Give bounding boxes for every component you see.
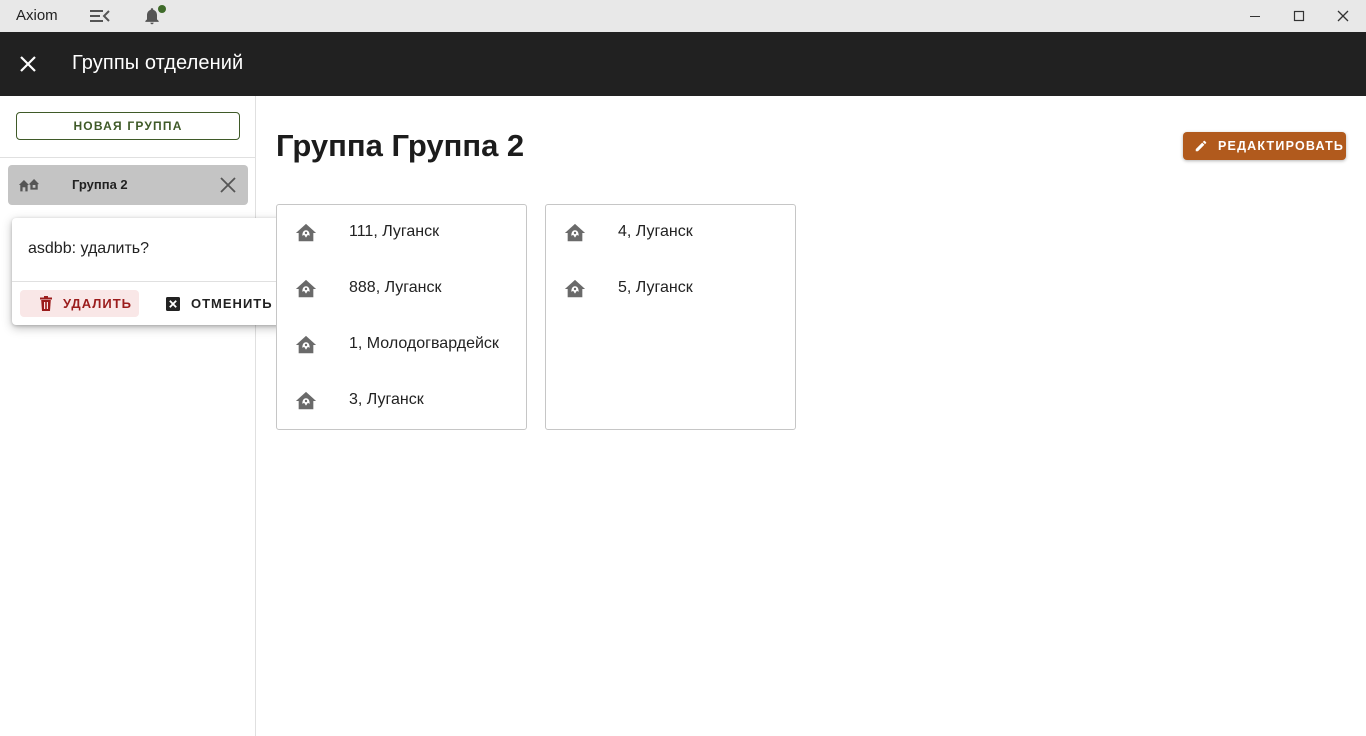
window-close-button[interactable] [1320,0,1366,32]
list-item[interactable]: 1, Молодогвардейск [277,317,526,373]
branch-column-card: 4, Луганск 5, Луганск [545,204,796,430]
cancel-button[interactable]: ОТМЕНИТЬ [155,290,275,317]
remove-group-icon[interactable] [218,175,238,195]
sidebar-divider [0,157,255,158]
delete-label: УДАЛИТЬ [63,296,132,311]
trash-icon [39,296,53,311]
branch-label: 1, Молодогвардейск [349,335,499,352]
branch-house-icon [564,278,586,300]
group-title: Группа Группа 2 [276,128,525,163]
homes-icon [18,174,40,196]
page-header: Группы отделений [0,32,1366,96]
list-item[interactable]: 111, Луганск [277,205,526,261]
minimize-button[interactable] [1232,0,1278,32]
branch-label: 5, Луганск [618,279,693,296]
sidebar: НОВАЯ ГРУППА Группа 2 [0,96,256,736]
sidebar-item-group[interactable]: Группа 2 [8,165,248,205]
close-icon[interactable] [16,52,40,76]
page-title: Группы отделений [72,52,244,74]
maximize-button[interactable] [1276,0,1322,32]
confirm-message: asdbb: удалить? [28,240,150,257]
edit-button[interactable]: РЕДАКТИРОВАТЬ [1183,132,1346,160]
branch-house-icon [295,334,317,356]
cancel-label: ОТМЕНИТЬ [191,296,273,311]
branch-house-icon [295,390,317,412]
notification-dot [158,5,166,13]
new-group-button[interactable]: НОВАЯ ГРУППА [16,112,240,140]
sidebar-item-label: Группа 2 [72,177,128,192]
branch-label: 888, Луганск [349,279,442,296]
notifications-bell-icon[interactable] [142,5,166,28]
branch-label: 111, Луганск [349,223,440,240]
delete-button[interactable]: УДАЛИТЬ [20,290,139,317]
branch-column-card: 111, Луганск 888, Луганск 1, Молодогвард… [276,204,527,430]
list-item[interactable]: 3, Луганск [277,373,526,429]
popup-divider [12,281,284,282]
delete-confirm-popup: asdbb: удалить? УДАЛИТЬ ОТМЕНИТЬ [12,218,284,325]
list-item[interactable]: 5, Луганск [546,261,795,317]
cancel-box-icon [166,297,180,311]
window-titlebar: Axiom [0,0,1366,32]
edit-label: РЕДАКТИРОВАТЬ [1218,139,1345,153]
list-item[interactable]: 4, Луганск [546,205,795,261]
branch-label: 4, Луганск [618,223,693,240]
pencil-icon [1194,139,1208,153]
menu-collapse-icon[interactable] [89,6,111,26]
branch-label: 3, Луганск [349,391,424,408]
app-title: Axiom [16,7,58,24]
branch-house-icon [295,222,317,244]
branch-house-icon [564,222,586,244]
list-item[interactable]: 888, Луганск [277,261,526,317]
branch-house-icon [295,278,317,300]
